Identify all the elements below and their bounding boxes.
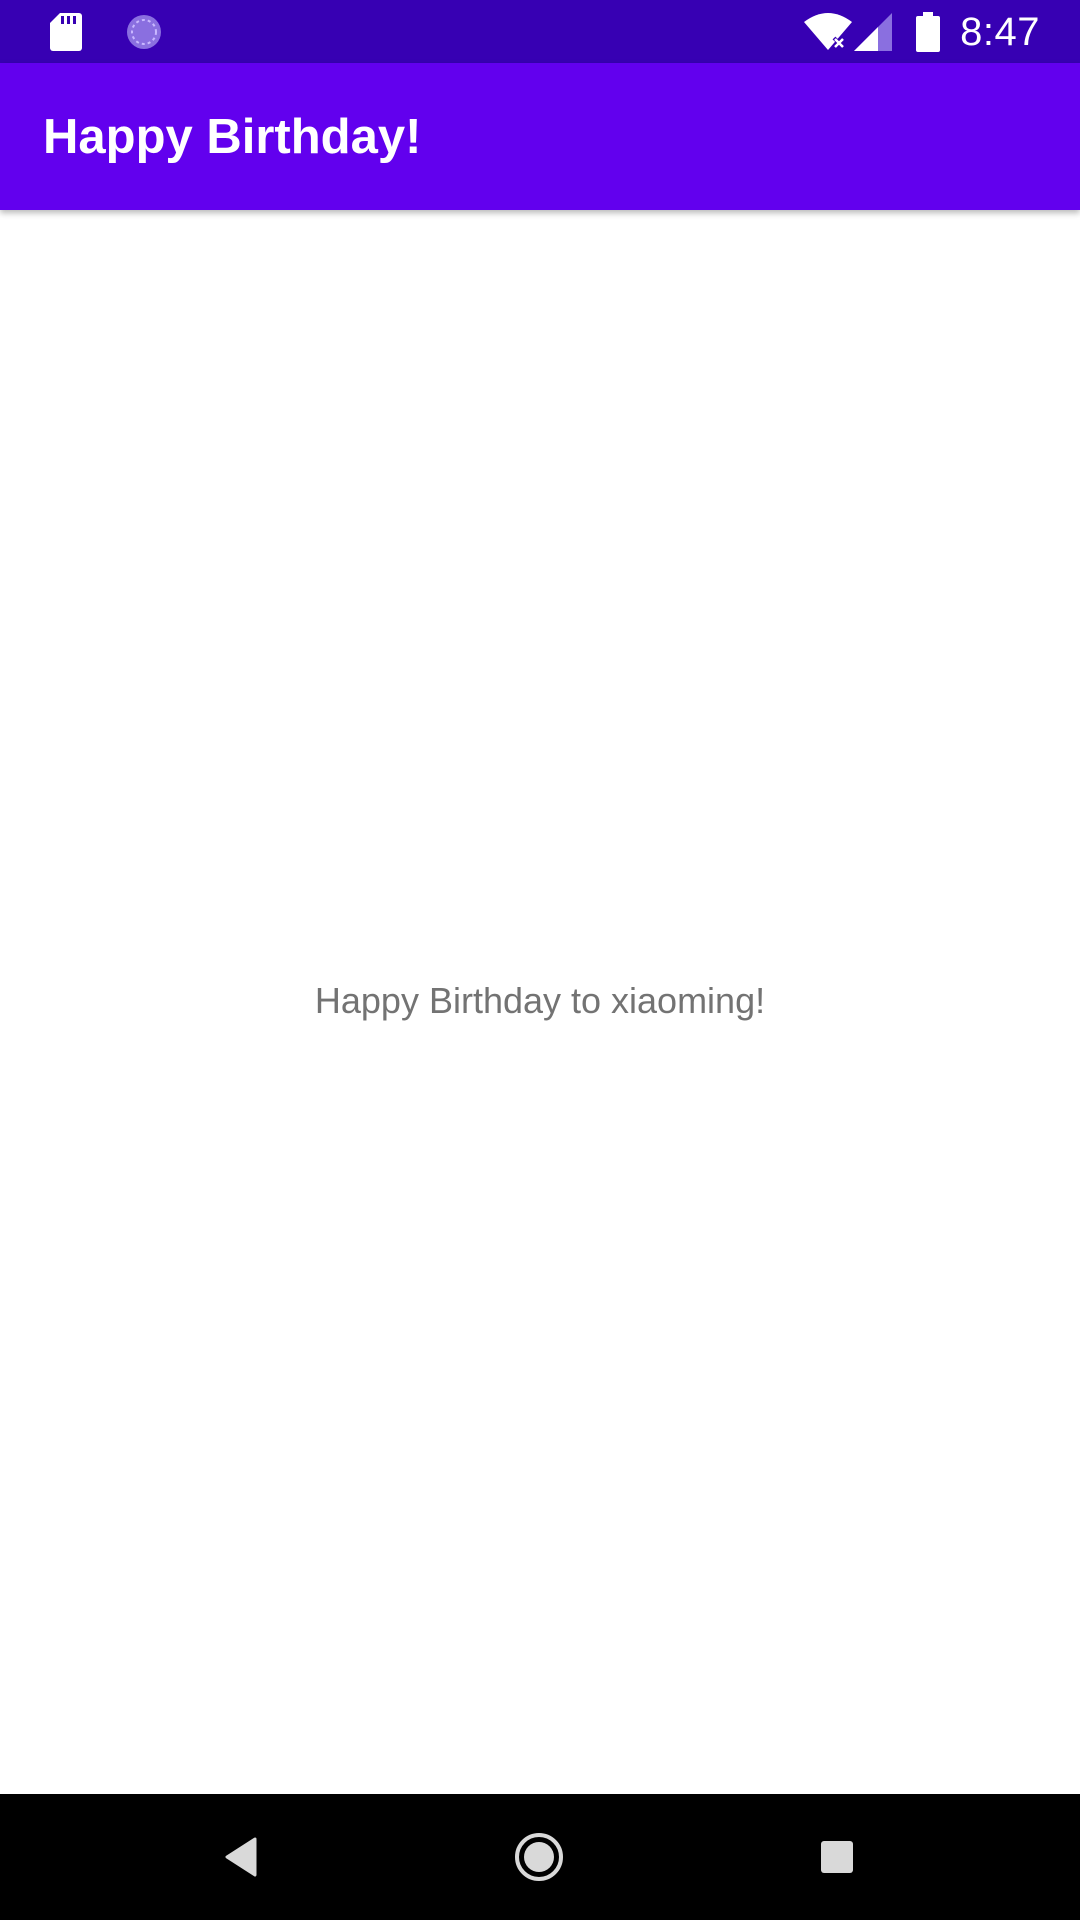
- status-bar-clock: 8:47: [960, 9, 1040, 54]
- sd-card-icon: [50, 13, 82, 51]
- status-bar-left-icons: [50, 12, 164, 52]
- status-bar: 8:47: [0, 0, 1080, 63]
- recents-icon: [819, 1839, 855, 1875]
- app-bar: Happy Birthday!: [0, 63, 1080, 210]
- sync-circle-icon: [124, 12, 164, 52]
- battery-icon: [916, 12, 941, 52]
- back-button[interactable]: [206, 1822, 276, 1892]
- main-content: Happy Birthday to xiaoming!: [0, 210, 1080, 1794]
- greeting-text: Happy Birthday to xiaoming!: [314, 980, 766, 1021]
- recents-button[interactable]: [802, 1822, 872, 1892]
- navigation-bar: [0, 1794, 1080, 1920]
- app-bar-title: Happy Birthday!: [43, 110, 422, 164]
- wifi-no-internet-icon: [804, 12, 853, 52]
- back-icon: [223, 1837, 259, 1877]
- screen: 8:47 Happy Birthday! Happy Birthday to x…: [0, 0, 1080, 1920]
- status-bar-right-icons: 8:47: [804, 8, 1040, 56]
- cell-signal-icon: [854, 13, 893, 51]
- home-button[interactable]: [504, 1822, 574, 1892]
- home-icon: [514, 1832, 564, 1882]
